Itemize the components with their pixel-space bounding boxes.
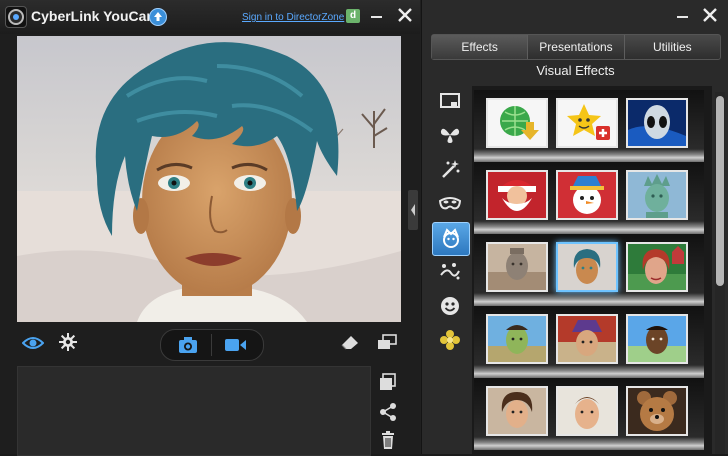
effect-thumbnail-terracotta[interactable] — [486, 242, 548, 292]
effect-thumbnail-santa[interactable] — [486, 170, 548, 220]
tray-tools — [374, 366, 402, 454]
effect-categories — [432, 86, 470, 454]
panel-minimize-button[interactable] — [677, 16, 688, 18]
effects-gallery — [472, 86, 712, 454]
panel-tabs: Effects Presentations Utilities — [431, 34, 721, 60]
close-button[interactable] — [396, 6, 414, 24]
effect-thumbnail-favorite[interactable] — [556, 98, 618, 148]
record-video-button[interactable] — [225, 338, 247, 352]
panel-window-controls — [663, 6, 723, 26]
frame-icon[interactable] — [432, 86, 468, 118]
tab-effects[interactable]: Effects — [432, 35, 529, 59]
particles-icon[interactable] — [432, 256, 468, 288]
effect-thumbnail-green-face[interactable] — [486, 314, 548, 364]
effect-thumbnail-purple-hat[interactable] — [556, 314, 618, 364]
effect-thumbnail-blue-hair[interactable] — [556, 242, 618, 292]
effect-thumbnail-snowman[interactable] — [556, 170, 618, 220]
shelf-row — [474, 90, 704, 162]
smiley-icon[interactable] — [432, 290, 468, 322]
capture-toolbar — [0, 324, 420, 366]
youcam-logo-icon — [5, 6, 27, 28]
tab-utilities[interactable]: Utilities — [625, 35, 720, 59]
butterfly-icon[interactable] — [432, 120, 468, 152]
delete-trash-icon[interactable] — [378, 430, 398, 450]
effect-thumbnail-man[interactable] — [556, 386, 618, 436]
scrollbar-thumb[interactable] — [716, 96, 724, 286]
effect-thumbnail-alien[interactable] — [626, 98, 688, 148]
shelf-row — [474, 306, 704, 378]
switch-window-icon[interactable] — [377, 334, 397, 350]
effect-thumbnail-brown-hair[interactable] — [486, 386, 548, 436]
share-icon[interactable] — [378, 402, 398, 422]
shelf-row — [474, 162, 704, 234]
title-bar: CyberLink YouCam Sign in to DirectorZone… — [0, 0, 420, 34]
flower-icon[interactable] — [432, 324, 468, 356]
webcam-preview — [17, 36, 401, 322]
preview-toggle-icon[interactable] — [21, 335, 45, 351]
capture-divider — [211, 334, 212, 356]
shelf-row — [474, 378, 704, 450]
effect-thumbnail-dark[interactable] — [626, 314, 688, 364]
effect-thumbnail-red-hair[interactable] — [626, 242, 688, 292]
panel-close-button[interactable] — [701, 6, 719, 24]
effects-panel: Effects Presentations Utilities Visual E… — [421, 0, 728, 454]
mask-icon[interactable] — [432, 188, 468, 220]
effect-thumbnail-teddy-bear[interactable] — [626, 386, 688, 436]
minimize-button[interactable] — [371, 16, 382, 18]
sign-in-link[interactable]: Sign in to DirectorZone — [242, 12, 344, 23]
capture-mode-group — [160, 329, 264, 361]
snapshot-camera-button[interactable] — [178, 336, 198, 354]
magic-wand-icon[interactable] — [432, 154, 468, 186]
panel-collapse-handle[interactable] — [408, 190, 418, 230]
upgrade-icon[interactable] — [149, 8, 167, 26]
effect-thumbnail-liberty[interactable] — [626, 170, 688, 220]
media-tray[interactable] — [17, 366, 371, 456]
main-panel: CyberLink YouCam Sign in to DirectorZone… — [0, 0, 420, 456]
eraser-icon[interactable] — [340, 334, 360, 350]
settings-gear-icon[interactable] — [58, 332, 78, 352]
shelf-row — [474, 234, 704, 306]
app-title: CyberLink YouCam — [31, 8, 159, 24]
directorzone-icon[interactable]: d — [346, 9, 360, 23]
section-title: Visual Effects — [536, 63, 615, 78]
tab-presentations[interactable]: Presentations — [528, 35, 625, 59]
youcam-window: CyberLink YouCam Sign in to DirectorZone… — [0, 0, 728, 456]
open-folder-icon[interactable] — [378, 372, 398, 392]
gallery-scrollbar[interactable] — [715, 92, 725, 454]
effect-thumbnail-download[interactable] — [486, 98, 548, 148]
avatar-icon[interactable] — [432, 222, 470, 256]
